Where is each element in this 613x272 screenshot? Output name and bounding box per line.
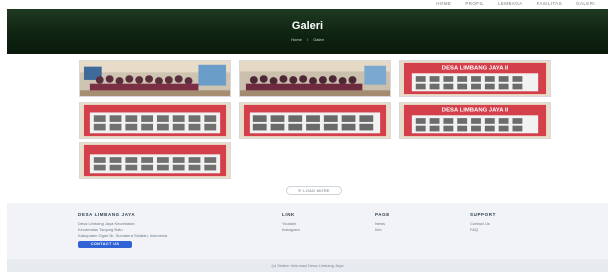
banner-image <box>80 103 230 138</box>
nav-item-lembaga[interactable]: Lembaga <box>498 1 523 6</box>
nav-item-home[interactable]: Home <box>436 1 451 6</box>
page: Home Profil Lembaga Fasilitas Galeri Gal… <box>0 0 613 272</box>
footer-support-faq[interactable]: FAQ <box>470 227 496 233</box>
breadcrumb: Home / Galeri <box>7 37 608 42</box>
footer-support-title: Support <box>470 212 496 217</box>
banner-caption: DESA LIMBANG JAYA II <box>442 108 509 114</box>
gallery-item-group-photo[interactable] <box>79 60 231 97</box>
footer-link-instagram[interactable]: Instagram <box>282 227 300 233</box>
footer-pages: Page News Info <box>375 212 390 233</box>
nav-item-fasilitas[interactable]: Fasilitas <box>537 1 563 6</box>
footer-links: Link Youtube Instagram <box>282 212 300 233</box>
breadcrumb-separator: / <box>306 37 309 42</box>
top-navigation: Home Profil Lembaga Fasilitas Galeri <box>0 0 613 9</box>
contact-us-button[interactable]: Contact Us <box>78 241 132 248</box>
gallery-item-banner[interactable] <box>239 102 391 139</box>
footer-page-info[interactable]: Info <box>375 227 390 233</box>
footer-address-line: Kabupaten Ogan Ilir, Sumatera Selatan, I… <box>78 233 168 238</box>
nav-item-profil[interactable]: Profil <box>465 1 484 6</box>
gallery-item-banner[interactable]: DESA LIMBANG JAYA II <box>399 102 551 139</box>
banner-image: DESA LIMBANG JAYA II <box>400 61 550 96</box>
gallery-item-banner[interactable]: DESA LIMBANG JAYA II <box>399 60 551 97</box>
breadcrumb-current: Galeri <box>313 37 324 42</box>
footer-about: DESA LIMBANG JAYA Desa Limbang Jaya Keca… <box>78 212 238 239</box>
footer-pages-title: Page <box>375 212 390 217</box>
page-title: Galeri <box>291 20 324 32</box>
banner-caption: DESA LIMBANG JAYA II <box>442 66 509 72</box>
footer: DESA LIMBANG JAYA Desa Limbang Jaya Keca… <box>7 203 608 259</box>
gallery-item-banner[interactable] <box>79 102 231 139</box>
banner-image <box>240 103 390 138</box>
footer-support: Support Contact Us FAQ <box>470 212 496 233</box>
footer-links-title: Link <box>282 212 295 217</box>
load-more-button[interactable]: ⟳ LOAD MORE <box>286 186 342 195</box>
banner-image: DESA LIMBANG JAYA II <box>400 103 550 138</box>
gallery-item-banner[interactable] <box>79 142 231 179</box>
hero-banner: Galeri Home / Galeri <box>7 9 608 54</box>
footer-brand: DESA LIMBANG JAYA <box>78 212 136 217</box>
nav-item-galeri[interactable]: Galeri <box>576 1 595 6</box>
banner-image <box>80 143 230 178</box>
gallery-item-group-photo[interactable] <box>239 60 391 97</box>
group-photo-image <box>240 61 390 96</box>
group-photo-image <box>80 61 230 96</box>
copyright-bar: (c) Sistem Informasi Desa Limbang Jaya <box>7 259 608 272</box>
breadcrumb-home[interactable]: Home <box>291 37 302 42</box>
